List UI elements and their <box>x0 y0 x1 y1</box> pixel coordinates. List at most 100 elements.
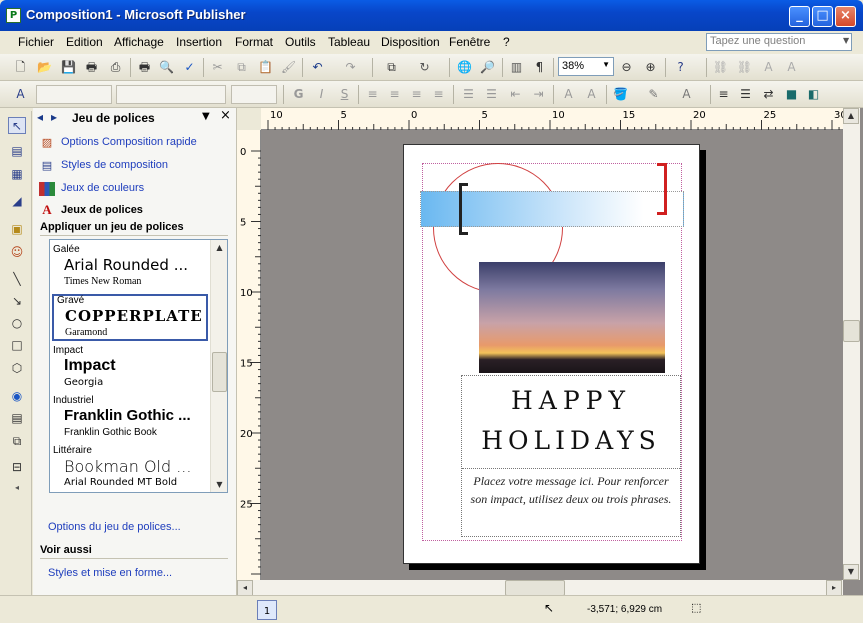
increase-font-icon[interactable]: A <box>583 86 600 102</box>
heading-text-frame[interactable]: Happy Holidays Placez votre message ici.… <box>461 375 681 537</box>
page-navigator-button[interactable]: 1 <box>257 600 277 620</box>
vertical-scrollbar[interactable]: ▲ ▼ <box>843 108 860 580</box>
list-item-industriel[interactable]: Industriel Franklin Gothic ... Franklin … <box>50 394 210 444</box>
oval-icon[interactable]: ○ <box>8 315 26 332</box>
text-box-icon[interactable]: ▤ <box>8 143 26 160</box>
link-textbox-icon[interactable]: ⛓ <box>712 59 729 75</box>
help-question-input[interactable]: Tapez une question <box>706 33 852 51</box>
unlink-textbox-icon[interactable]: ⛓ <box>736 59 753 75</box>
list-item-litteraire[interactable]: Littéraire Bookman Old ... Arial Rounded… <box>50 444 210 492</box>
select-objects-icon[interactable]: ↖ <box>8 117 26 134</box>
help-icon[interactable]: ? <box>672 59 689 75</box>
styles-icon[interactable]: A <box>12 86 29 102</box>
menu-outils[interactable]: Outils <box>285 35 316 49</box>
web-preview-icon[interactable]: 🔎 <box>479 59 496 75</box>
cut-icon[interactable]: ✂ <box>209 59 226 75</box>
menu-fenetre[interactable]: Fenêtre <box>449 35 490 49</box>
zoom-select[interactable]: 38% ▼ <box>558 57 614 76</box>
next-textbox-icon[interactable]: A <box>783 59 800 75</box>
sunset-photo[interactable] <box>479 262 665 373</box>
font-list-scrollbar[interactable]: ▲ ▼ <box>210 240 227 492</box>
save-icon[interactable]: 💾 <box>60 59 77 75</box>
style-select[interactable] <box>36 85 112 104</box>
print-preview-icon[interactable]: ⎙ <box>107 59 124 75</box>
font-size-select[interactable] <box>231 85 277 104</box>
new-icon[interactable]: 🗋 <box>12 59 29 75</box>
vertical-scroll-thumb[interactable] <box>843 320 860 342</box>
bold-icon[interactable]: G <box>290 86 307 102</box>
underline-icon[interactable]: S <box>336 86 353 102</box>
link-font-schemes[interactable]: Jeux de polices <box>61 204 143 216</box>
insert-hyperlink-icon[interactable]: 🌐 <box>456 59 473 75</box>
task-pane-menu-icon[interactable]: ▼ <box>202 111 210 122</box>
html-fragment-icon[interactable]: ⧉ <box>8 433 26 450</box>
publisher-app-icon[interactable]: P <box>6 8 21 23</box>
scroll-right-icon[interactable]: ▸ <box>826 580 842 596</box>
align-left-icon[interactable]: ≡ <box>364 86 381 102</box>
spelling-icon[interactable]: ✓ <box>181 59 198 75</box>
vertical-ruler[interactable]: 0 5 10 15 20 25 <box>237 130 261 580</box>
table-icon[interactable]: ▦ <box>8 166 26 183</box>
dash-style-icon[interactable]: ☰ <box>737 86 754 102</box>
align-center-icon[interactable]: ≡ <box>386 86 403 102</box>
autoshapes-icon[interactable]: ⬡ <box>8 360 26 377</box>
menu-fichier[interactable]: Fichier <box>18 35 54 49</box>
menu-format[interactable]: Format <box>235 35 273 49</box>
format-painter-icon[interactable]: 🖌 <box>280 59 297 75</box>
toolbar-options-icon[interactable]: ◂ <box>8 479 26 496</box>
columns-icon[interactable]: ▥ <box>508 59 525 75</box>
link-color-schemes[interactable]: Jeux de couleurs <box>61 182 144 194</box>
menu-edition[interactable]: Edition <box>66 35 103 49</box>
back-arrow-icon[interactable]: ◂ <box>37 110 43 124</box>
scroll-up-icon[interactable]: ▲ <box>212 240 227 255</box>
menu-tableau[interactable]: Tableau <box>328 35 370 49</box>
clip-art-icon[interactable]: ☺ <box>8 244 26 261</box>
justify-icon[interactable]: ≡ <box>430 86 447 102</box>
crop-handle-right[interactable] <box>657 163 667 215</box>
wordart-icon[interactable]: ◢ <box>8 193 26 210</box>
minimize-button[interactable]: _ <box>789 6 810 27</box>
zoom-out-icon[interactable]: ⊖ <box>618 59 635 75</box>
close-button[interactable]: × <box>835 6 856 27</box>
horizontal-scrollbar[interactable]: ◂ ▸ <box>237 580 843 596</box>
paste-icon[interactable]: 📋 <box>257 59 274 75</box>
font-select[interactable] <box>116 85 226 104</box>
shadow-style-icon[interactable]: ■ <box>783 86 800 102</box>
help-dropdown-icon[interactable]: ▼ <box>843 36 849 45</box>
design-gallery-icon[interactable]: ⊟ <box>8 459 26 476</box>
scroll-left-icon[interactable]: ◂ <box>237 580 253 596</box>
align-right-icon[interactable]: ≡ <box>408 86 425 102</box>
scroll-down-icon[interactable]: ▼ <box>212 477 227 492</box>
horizontal-scroll-thumb[interactable] <box>505 580 565 596</box>
line-style-icon[interactable]: ≡ <box>715 86 732 102</box>
undo-icon[interactable]: ↶ <box>309 59 326 75</box>
arrow-style-icon[interactable]: ⇄ <box>760 86 777 102</box>
menu-help[interactable]: ? <box>503 35 510 49</box>
scroll-down-icon[interactable]: ▼ <box>843 564 859 580</box>
redo-icon[interactable]: ↷ <box>342 59 359 75</box>
bullets-icon[interactable]: ☰ <box>483 86 500 102</box>
print-direct-icon[interactable]: 🖶 <box>136 59 153 75</box>
form-control-icon[interactable]: ▤ <box>8 410 26 427</box>
font-scheme-list[interactable]: Galée Arial Rounded ... Times New Roman … <box>49 239 228 493</box>
preview-icon[interactable]: 🔍 <box>158 59 175 75</box>
picture-frame-icon[interactable]: ▣ <box>8 221 26 238</box>
arrow-icon[interactable]: ↘ <box>8 293 26 310</box>
hot-spot-icon[interactable]: ◉ <box>8 388 26 405</box>
menu-insertion[interactable]: Insertion <box>176 35 222 49</box>
scroll-thumb[interactable] <box>212 352 227 392</box>
increase-indent-icon[interactable]: ⇥ <box>530 86 547 102</box>
line-color-icon[interactable]: ✎ <box>645 86 662 102</box>
rectangle-icon[interactable]: □ <box>8 337 26 354</box>
menu-disposition[interactable]: Disposition <box>381 35 440 49</box>
menu-affichage[interactable]: Affichage <box>114 35 164 49</box>
italic-icon[interactable]: I <box>313 86 330 102</box>
font-color-icon[interactable]: A <box>678 86 695 102</box>
zoom-in-icon[interactable]: ⊕ <box>642 59 659 75</box>
3d-style-icon[interactable]: ◧ <box>805 86 822 102</box>
pilcrow-icon[interactable]: ¶ <box>531 59 548 75</box>
numbering-icon[interactable]: ☰ <box>460 86 477 102</box>
copy-icon[interactable]: ⧉ <box>233 59 250 75</box>
crop-handle-left[interactable] <box>459 183 468 235</box>
decrease-indent-icon[interactable]: ⇤ <box>507 86 524 102</box>
